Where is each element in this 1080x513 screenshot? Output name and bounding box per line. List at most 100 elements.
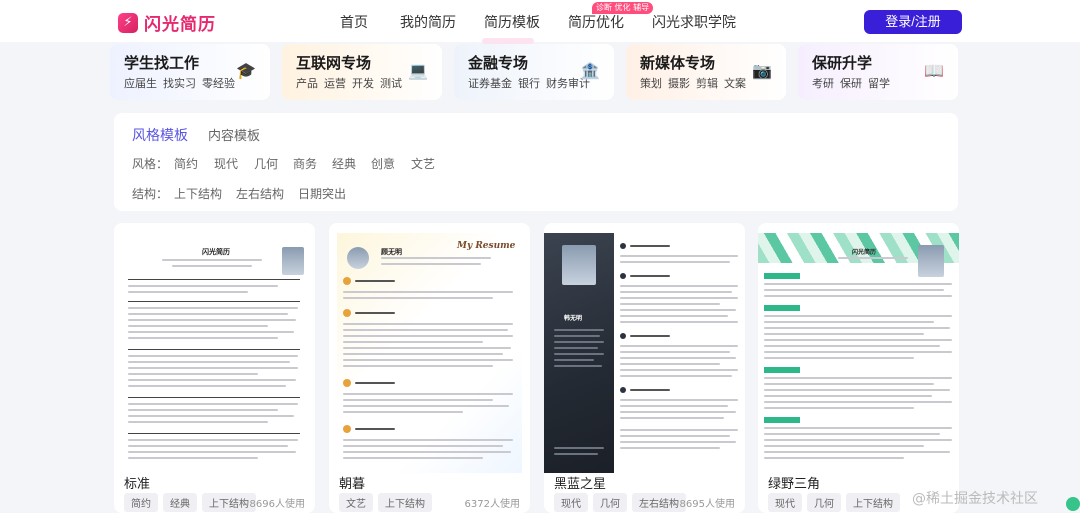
category-student[interactable]: 学生找工作 应届生 找实习 零经验 🎓 <box>110 44 270 100</box>
category-tag[interactable]: 策划 <box>640 77 662 90</box>
avatar <box>347 247 369 269</box>
avatar <box>918 245 944 277</box>
usage-count: 6372人使用 <box>464 499 520 510</box>
template-tag: 上下结构 <box>202 493 256 512</box>
template-card[interactable]: 闪光简历 绿野三角 现代 几何 上下结构 <box>758 223 959 513</box>
template-tags: 现代 几何 上下结构 <box>768 493 905 512</box>
logo[interactable]: ⚡ 闪光简历 <box>118 10 216 35</box>
template-tag: 左右结构 <box>632 493 686 512</box>
resume-preview[interactable]: 韩无明 <box>544 233 745 473</box>
resume-preview[interactable]: 闪光简历 <box>758 233 959 473</box>
category-title: 保研升学 <box>812 54 873 72</box>
category-tags: 策划 摄影 剪辑 文案 <box>640 75 752 91</box>
style-option[interactable]: 创意 <box>371 155 395 172</box>
lightning-icon: ⚡ <box>118 12 138 33</box>
preview-script: My Resume <box>457 241 516 251</box>
filter-panel: 风格模板 内容模板 风格： 简约 现代 几何 商务 经典 创意 文艺 结构： 上… <box>114 113 958 211</box>
template-tag: 现代 <box>554 493 588 512</box>
nav-academy[interactable]: 闪光求职学院 <box>652 12 736 32</box>
category-internet[interactable]: 互联网专场 产品 运营 开发 测试 💻 <box>282 44 442 100</box>
tab-style-templates[interactable]: 风格模板 <box>132 125 188 145</box>
category-further-study[interactable]: 保研升学 考研 保研 留学 📖 <box>798 44 958 100</box>
template-name: 黑蓝之星 <box>554 477 607 492</box>
category-title: 新媒体专场 <box>640 54 716 72</box>
category-tag[interactable]: 零经验 <box>202 77 235 90</box>
avatar <box>282 247 304 275</box>
template-tag: 简约 <box>124 493 158 512</box>
style-label: 风格： <box>132 157 169 171</box>
template-tag: 几何 <box>807 493 841 512</box>
template-tag: 现代 <box>768 493 802 512</box>
preview-name: 闪光简历 <box>202 248 230 256</box>
category-title: 学生找工作 <box>124 54 200 72</box>
category-tag[interactable]: 证券基金 <box>468 77 512 90</box>
category-tag[interactable]: 测试 <box>380 77 402 90</box>
logo-text: 闪光简历 <box>144 15 216 35</box>
top-nav: ⚡ 闪光简历 首页 我的简历 简历模板 简历优化 诊断 优化 辅导 闪光求职学院… <box>0 0 1080 44</box>
category-tags: 产品 运营 开发 测试 <box>296 75 408 91</box>
category-strip: 学生找工作 应届生 找实习 零经验 🎓 互联网专场 产品 运营 开发 测试 💻 金融专场 … <box>110 44 960 102</box>
category-tag[interactable]: 运营 <box>324 77 346 90</box>
category-tags: 考研 保研 留学 <box>812 75 896 91</box>
category-tag[interactable]: 摄影 <box>668 77 690 90</box>
chat-icon[interactable] <box>1066 497 1080 511</box>
category-tag[interactable]: 开发 <box>352 77 374 90</box>
preview-name: 韩无明 <box>564 315 583 322</box>
template-name: 标准 <box>124 477 151 492</box>
template-tag: 几何 <box>593 493 627 512</box>
template-card[interactable]: 闪光简历 标准 简约 经典 上下结构 8696人使用 <box>114 223 315 513</box>
style-option[interactable]: 文艺 <box>411 155 435 172</box>
category-tag[interactable]: 银行 <box>518 77 540 90</box>
category-tag[interactable]: 留学 <box>868 77 890 90</box>
laptop-icon: 💻 <box>408 61 428 80</box>
graduation-cap-icon: 🎓 <box>236 61 256 80</box>
avatar <box>562 245 596 285</box>
structure-option[interactable]: 日期突出 <box>298 185 346 202</box>
nav-my-resume[interactable]: 我的简历 <box>400 12 456 32</box>
camera-icon: 📷 <box>752 61 772 80</box>
template-tags: 现代 几何 左右结构 <box>554 493 691 512</box>
style-option[interactable]: 简约 <box>174 155 198 172</box>
style-option[interactable]: 经典 <box>332 155 356 172</box>
template-name: 朝暮 <box>339 477 366 492</box>
tab-content-templates[interactable]: 内容模板 <box>208 125 260 144</box>
preview-name: 顾无明 <box>381 248 402 256</box>
category-title: 互联网专场 <box>296 54 372 72</box>
category-tag[interactable]: 剪辑 <box>696 77 718 90</box>
usage-count: 8696人使用 <box>249 499 305 510</box>
category-new-media[interactable]: 新媒体专场 策划 摄影 剪辑 文案 📷 <box>626 44 786 100</box>
category-tag[interactable]: 找实习 <box>163 77 196 90</box>
structure-option[interactable]: 左右结构 <box>236 185 284 202</box>
bank-icon: 🏦 <box>580 61 600 80</box>
structure-option[interactable]: 上下结构 <box>174 185 222 202</box>
resume-preview[interactable]: 闪光简历 <box>122 233 307 473</box>
optimize-badge: 诊断 优化 辅导 <box>592 2 654 14</box>
template-name: 绿野三角 <box>768 477 821 492</box>
category-tag[interactable]: 文案 <box>724 77 746 90</box>
category-finance[interactable]: 金融专场 证券基金 银行 财务审计 🏦 <box>454 44 614 100</box>
template-tag: 上下结构 <box>378 493 432 512</box>
style-option[interactable]: 现代 <box>214 155 238 172</box>
category-tag[interactable]: 保研 <box>840 77 862 90</box>
template-tag: 文艺 <box>339 493 373 512</box>
category-tag[interactable]: 应届生 <box>124 77 157 90</box>
style-option[interactable]: 几何 <box>254 155 278 172</box>
resume-preview[interactable]: My Resume 顾无明 <box>337 233 522 473</box>
template-card[interactable]: 韩无明 黑蓝之星 现代 几何 左右结构 8695人使用 <box>544 223 745 513</box>
nav-templates[interactable]: 简历模板 <box>484 12 540 32</box>
watermark: @稀土掘金技术社区 <box>912 491 1038 507</box>
preview-name: 闪光简历 <box>852 249 877 256</box>
book-icon: 📖 <box>924 61 944 80</box>
category-tags: 应届生 找实习 零经验 <box>124 75 241 91</box>
usage-count: 8695人使用 <box>679 499 735 510</box>
login-button[interactable]: 登录/注册 <box>864 10 962 34</box>
category-tag[interactable]: 考研 <box>812 77 834 90</box>
template-tag: 经典 <box>163 493 197 512</box>
nav-optimize[interactable]: 简历优化 <box>568 12 624 32</box>
style-option[interactable]: 商务 <box>293 155 317 172</box>
category-tag[interactable]: 产品 <box>296 77 318 90</box>
template-tag: 上下结构 <box>846 493 900 512</box>
nav-home[interactable]: 首页 <box>340 12 368 32</box>
template-card[interactable]: My Resume 顾无明 朝暮 文艺 上下结构 6372人使用 <box>329 223 530 513</box>
template-tags: 简约 经典 上下结构 <box>124 493 261 512</box>
